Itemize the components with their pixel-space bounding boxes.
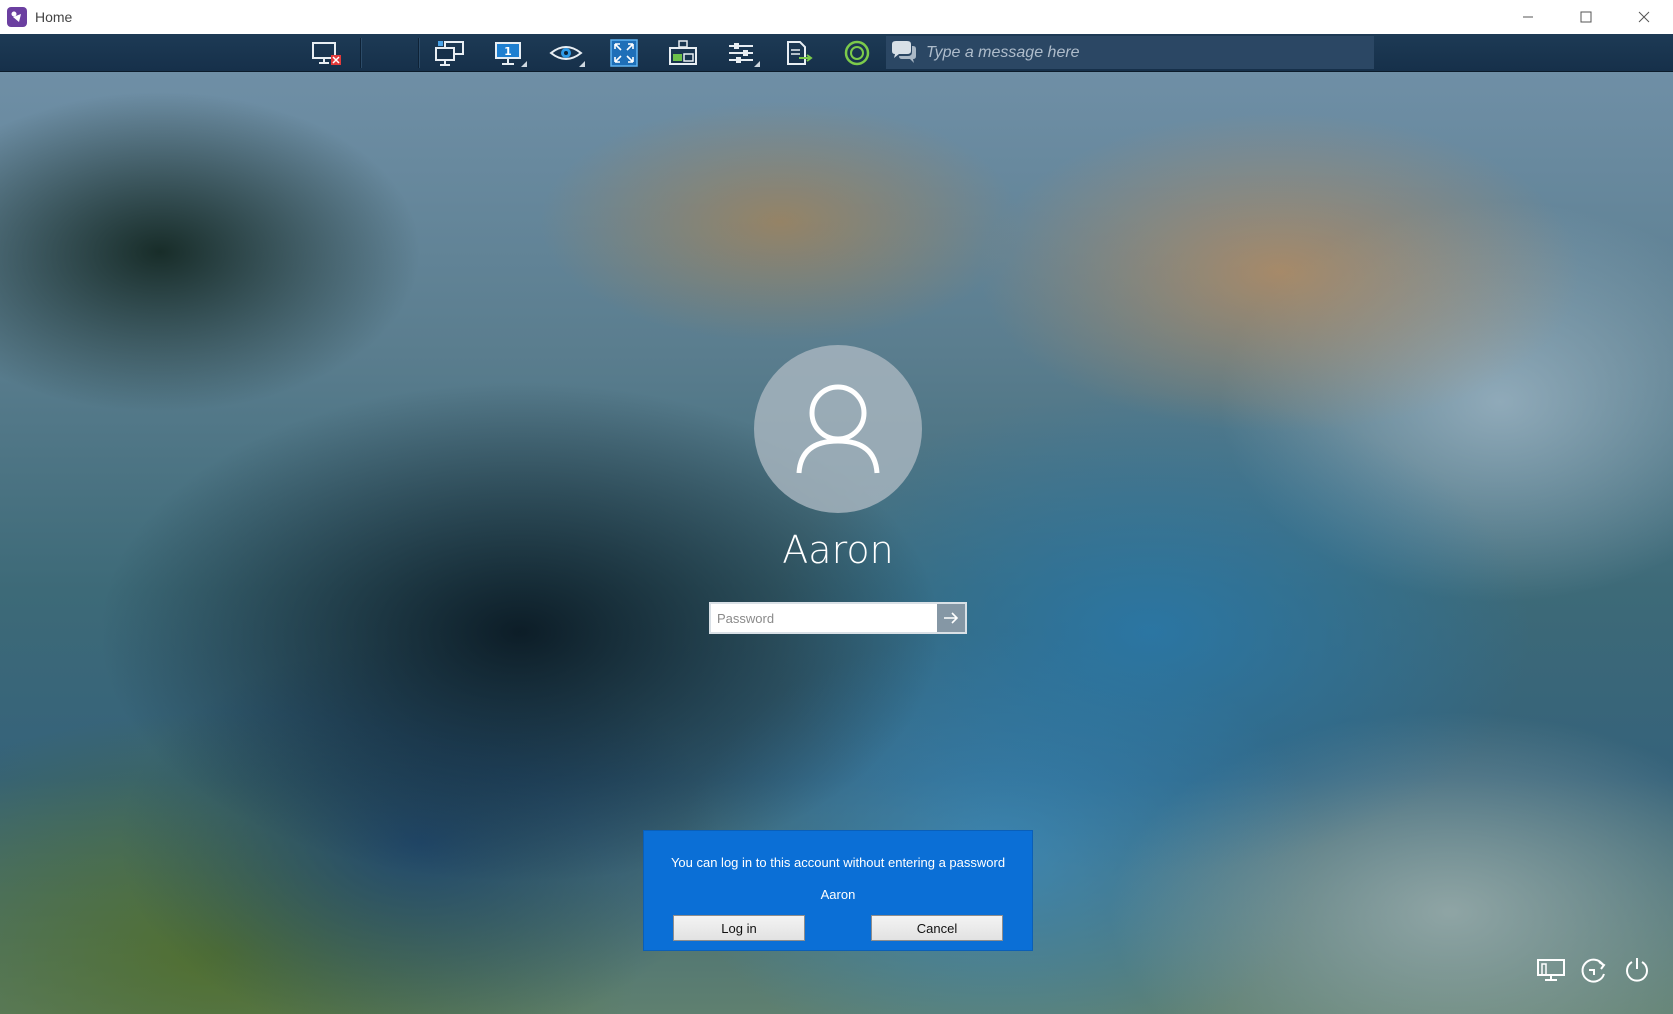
dialog-username: Aaron bbox=[820, 887, 856, 902]
remote-lock-screen[interactable]: Aaron You can log in to this account wit… bbox=[0, 72, 1673, 1014]
chat-input[interactable] bbox=[922, 36, 1374, 69]
app-logo-icon bbox=[7, 7, 27, 27]
sliders-icon bbox=[729, 43, 753, 63]
close-icon bbox=[1638, 11, 1650, 23]
window-controls bbox=[1499, 0, 1673, 34]
login-button[interactable]: Log in bbox=[673, 915, 805, 941]
fullscreen-icon bbox=[610, 39, 638, 67]
minimize-icon bbox=[1523, 16, 1533, 18]
disconnect-button[interactable] bbox=[305, 37, 349, 69]
lockscreen-username: Aaron bbox=[782, 528, 894, 572]
fullscreen-button[interactable] bbox=[602, 37, 646, 69]
remote-toolbar: 1 bbox=[0, 34, 1673, 72]
dropdown-caret-icon bbox=[579, 61, 585, 67]
maximize-icon bbox=[1580, 11, 1592, 23]
password-submit-button[interactable] bbox=[937, 604, 965, 632]
monitor-select-button[interactable]: 1 bbox=[486, 37, 530, 69]
monitor-number-icon: 1 bbox=[495, 42, 521, 65]
remote-viewer-window: Home 1 Type a message here Aaron You can… bbox=[0, 0, 1673, 1014]
chat-bubble-icon bbox=[886, 36, 922, 69]
maximize-button[interactable] bbox=[1557, 0, 1615, 34]
file-transfer-icon bbox=[787, 41, 813, 65]
multi-monitor-icon bbox=[435, 41, 464, 66]
network-icon bbox=[1537, 959, 1565, 981]
file-transfer-button[interactable] bbox=[777, 37, 821, 69]
record-circle-icon bbox=[844, 40, 870, 66]
remote-desktop-button[interactable] bbox=[661, 37, 705, 69]
ease-of-access-button[interactable] bbox=[1577, 953, 1611, 987]
svg-text:1: 1 bbox=[504, 45, 512, 58]
monitor-disconnect-icon bbox=[312, 42, 341, 65]
passwordless-login-dialog: You can log in to this account without e… bbox=[643, 830, 1033, 951]
minimize-button[interactable] bbox=[1499, 0, 1557, 34]
toolbar-separator bbox=[360, 38, 362, 68]
dialog-message: You can log in to this account without e… bbox=[670, 855, 1006, 870]
user-avatar bbox=[754, 345, 922, 513]
chat-message-box bbox=[886, 36, 1374, 69]
user-icon bbox=[796, 384, 880, 474]
arrow-right-icon bbox=[944, 612, 959, 624]
record-button[interactable] bbox=[835, 37, 879, 69]
ease-of-access-icon bbox=[1581, 958, 1606, 983]
power-icon bbox=[1626, 958, 1648, 982]
view-mode-button[interactable] bbox=[544, 37, 588, 69]
cancel-button[interactable]: Cancel bbox=[871, 915, 1003, 941]
close-button[interactable] bbox=[1615, 0, 1673, 34]
title-bar: Home bbox=[0, 0, 1673, 34]
password-input[interactable] bbox=[711, 604, 937, 632]
toolbar-separator bbox=[418, 38, 420, 68]
dropdown-caret-icon bbox=[521, 61, 527, 67]
password-box bbox=[709, 602, 967, 634]
settings-button[interactable] bbox=[719, 37, 763, 69]
eye-icon bbox=[549, 46, 583, 60]
network-button[interactable] bbox=[1534, 953, 1568, 987]
dropdown-caret-icon bbox=[754, 61, 760, 67]
power-button[interactable] bbox=[1620, 953, 1654, 987]
window-title: Home bbox=[35, 9, 73, 25]
remote-desktop-icon bbox=[669, 40, 697, 65]
switch-session-button[interactable] bbox=[428, 37, 472, 69]
